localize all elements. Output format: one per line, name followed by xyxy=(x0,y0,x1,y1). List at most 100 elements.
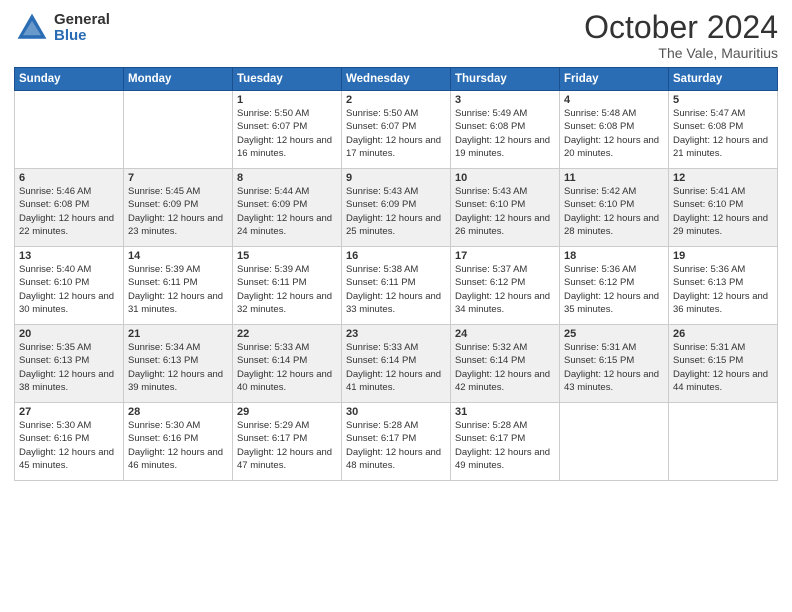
day-number: 5 xyxy=(673,94,773,106)
week-row-3: 13Sunrise: 5:40 AM Sunset: 6:10 PM Dayli… xyxy=(15,247,778,325)
table-cell: 29Sunrise: 5:29 AM Sunset: 6:17 PM Dayli… xyxy=(233,403,342,481)
table-cell: 6Sunrise: 5:46 AM Sunset: 6:08 PM Daylig… xyxy=(15,169,124,247)
table-cell: 4Sunrise: 5:48 AM Sunset: 6:08 PM Daylig… xyxy=(560,91,669,169)
table-cell xyxy=(124,91,233,169)
table-cell: 31Sunrise: 5:28 AM Sunset: 6:17 PM Dayli… xyxy=(451,403,560,481)
day-info: Sunrise: 5:38 AM Sunset: 6:11 PM Dayligh… xyxy=(346,263,446,316)
day-info: Sunrise: 5:42 AM Sunset: 6:10 PM Dayligh… xyxy=(564,185,664,238)
col-tuesday: Tuesday xyxy=(233,68,342,91)
logo-general: General xyxy=(54,12,110,29)
day-info: Sunrise: 5:50 AM Sunset: 6:07 PM Dayligh… xyxy=(237,107,337,160)
day-number: 9 xyxy=(346,172,446,184)
day-number: 10 xyxy=(455,172,555,184)
col-saturday: Saturday xyxy=(669,68,778,91)
table-cell: 7Sunrise: 5:45 AM Sunset: 6:09 PM Daylig… xyxy=(124,169,233,247)
day-number: 11 xyxy=(564,172,664,184)
header-row: Sunday Monday Tuesday Wednesday Thursday… xyxy=(15,68,778,91)
table-cell: 8Sunrise: 5:44 AM Sunset: 6:09 PM Daylig… xyxy=(233,169,342,247)
col-monday: Monday xyxy=(124,68,233,91)
col-sunday: Sunday xyxy=(15,68,124,91)
table-cell: 25Sunrise: 5:31 AM Sunset: 6:15 PM Dayli… xyxy=(560,325,669,403)
week-row-2: 6Sunrise: 5:46 AM Sunset: 6:08 PM Daylig… xyxy=(15,169,778,247)
table-cell: 9Sunrise: 5:43 AM Sunset: 6:09 PM Daylig… xyxy=(342,169,451,247)
table-cell: 18Sunrise: 5:36 AM Sunset: 6:12 PM Dayli… xyxy=(560,247,669,325)
table-cell: 11Sunrise: 5:42 AM Sunset: 6:10 PM Dayli… xyxy=(560,169,669,247)
day-info: Sunrise: 5:39 AM Sunset: 6:11 PM Dayligh… xyxy=(237,263,337,316)
day-number: 12 xyxy=(673,172,773,184)
day-number: 15 xyxy=(237,250,337,262)
day-info: Sunrise: 5:48 AM Sunset: 6:08 PM Dayligh… xyxy=(564,107,664,160)
table-cell: 28Sunrise: 5:30 AM Sunset: 6:16 PM Dayli… xyxy=(124,403,233,481)
table-cell xyxy=(15,91,124,169)
logo-text: General Blue xyxy=(54,12,110,45)
day-info: Sunrise: 5:33 AM Sunset: 6:14 PM Dayligh… xyxy=(346,341,446,394)
day-info: Sunrise: 5:45 AM Sunset: 6:09 PM Dayligh… xyxy=(128,185,228,238)
location-subtitle: The Vale, Mauritius xyxy=(584,45,778,61)
col-thursday: Thursday xyxy=(451,68,560,91)
table-cell: 21Sunrise: 5:34 AM Sunset: 6:13 PM Dayli… xyxy=(124,325,233,403)
table-cell xyxy=(560,403,669,481)
logo-blue: Blue xyxy=(54,28,110,45)
table-cell: 5Sunrise: 5:47 AM Sunset: 6:08 PM Daylig… xyxy=(669,91,778,169)
day-info: Sunrise: 5:36 AM Sunset: 6:13 PM Dayligh… xyxy=(673,263,773,316)
day-number: 27 xyxy=(19,406,119,418)
day-number: 18 xyxy=(564,250,664,262)
day-number: 4 xyxy=(564,94,664,106)
title-block: October 2024 The Vale, Mauritius xyxy=(584,10,778,61)
table-cell: 3Sunrise: 5:49 AM Sunset: 6:08 PM Daylig… xyxy=(451,91,560,169)
day-number: 22 xyxy=(237,328,337,340)
table-cell: 17Sunrise: 5:37 AM Sunset: 6:12 PM Dayli… xyxy=(451,247,560,325)
day-number: 25 xyxy=(564,328,664,340)
day-info: Sunrise: 5:50 AM Sunset: 6:07 PM Dayligh… xyxy=(346,107,446,160)
day-info: Sunrise: 5:46 AM Sunset: 6:08 PM Dayligh… xyxy=(19,185,119,238)
day-number: 2 xyxy=(346,94,446,106)
day-info: Sunrise: 5:49 AM Sunset: 6:08 PM Dayligh… xyxy=(455,107,555,160)
day-info: Sunrise: 5:31 AM Sunset: 6:15 PM Dayligh… xyxy=(564,341,664,394)
table-cell: 16Sunrise: 5:38 AM Sunset: 6:11 PM Dayli… xyxy=(342,247,451,325)
table-cell: 2Sunrise: 5:50 AM Sunset: 6:07 PM Daylig… xyxy=(342,91,451,169)
day-number: 20 xyxy=(19,328,119,340)
day-number: 31 xyxy=(455,406,555,418)
day-info: Sunrise: 5:33 AM Sunset: 6:14 PM Dayligh… xyxy=(237,341,337,394)
page: General Blue October 2024 The Vale, Maur… xyxy=(0,0,792,612)
day-info: Sunrise: 5:43 AM Sunset: 6:09 PM Dayligh… xyxy=(346,185,446,238)
day-number: 30 xyxy=(346,406,446,418)
day-number: 28 xyxy=(128,406,228,418)
day-info: Sunrise: 5:37 AM Sunset: 6:12 PM Dayligh… xyxy=(455,263,555,316)
table-cell: 20Sunrise: 5:35 AM Sunset: 6:13 PM Dayli… xyxy=(15,325,124,403)
calendar-table: Sunday Monday Tuesday Wednesday Thursday… xyxy=(14,67,778,481)
table-cell: 30Sunrise: 5:28 AM Sunset: 6:17 PM Dayli… xyxy=(342,403,451,481)
col-friday: Friday xyxy=(560,68,669,91)
day-info: Sunrise: 5:35 AM Sunset: 6:13 PM Dayligh… xyxy=(19,341,119,394)
day-info: Sunrise: 5:28 AM Sunset: 6:17 PM Dayligh… xyxy=(455,419,555,472)
day-number: 26 xyxy=(673,328,773,340)
day-number: 3 xyxy=(455,94,555,106)
week-row-5: 27Sunrise: 5:30 AM Sunset: 6:16 PM Dayli… xyxy=(15,403,778,481)
table-cell: 24Sunrise: 5:32 AM Sunset: 6:14 PM Dayli… xyxy=(451,325,560,403)
day-number: 1 xyxy=(237,94,337,106)
day-info: Sunrise: 5:44 AM Sunset: 6:09 PM Dayligh… xyxy=(237,185,337,238)
day-info: Sunrise: 5:43 AM Sunset: 6:10 PM Dayligh… xyxy=(455,185,555,238)
day-number: 8 xyxy=(237,172,337,184)
day-number: 29 xyxy=(237,406,337,418)
day-number: 13 xyxy=(19,250,119,262)
logo-icon xyxy=(14,10,50,46)
day-info: Sunrise: 5:29 AM Sunset: 6:17 PM Dayligh… xyxy=(237,419,337,472)
header: General Blue October 2024 The Vale, Maur… xyxy=(14,10,778,61)
logo: General Blue xyxy=(14,10,110,46)
day-number: 19 xyxy=(673,250,773,262)
week-row-1: 1Sunrise: 5:50 AM Sunset: 6:07 PM Daylig… xyxy=(15,91,778,169)
table-cell: 1Sunrise: 5:50 AM Sunset: 6:07 PM Daylig… xyxy=(233,91,342,169)
day-number: 17 xyxy=(455,250,555,262)
table-cell: 23Sunrise: 5:33 AM Sunset: 6:14 PM Dayli… xyxy=(342,325,451,403)
table-cell: 14Sunrise: 5:39 AM Sunset: 6:11 PM Dayli… xyxy=(124,247,233,325)
day-number: 6 xyxy=(19,172,119,184)
table-cell: 13Sunrise: 5:40 AM Sunset: 6:10 PM Dayli… xyxy=(15,247,124,325)
day-number: 23 xyxy=(346,328,446,340)
col-wednesday: Wednesday xyxy=(342,68,451,91)
day-number: 7 xyxy=(128,172,228,184)
day-info: Sunrise: 5:40 AM Sunset: 6:10 PM Dayligh… xyxy=(19,263,119,316)
day-info: Sunrise: 5:28 AM Sunset: 6:17 PM Dayligh… xyxy=(346,419,446,472)
day-number: 16 xyxy=(346,250,446,262)
day-number: 24 xyxy=(455,328,555,340)
